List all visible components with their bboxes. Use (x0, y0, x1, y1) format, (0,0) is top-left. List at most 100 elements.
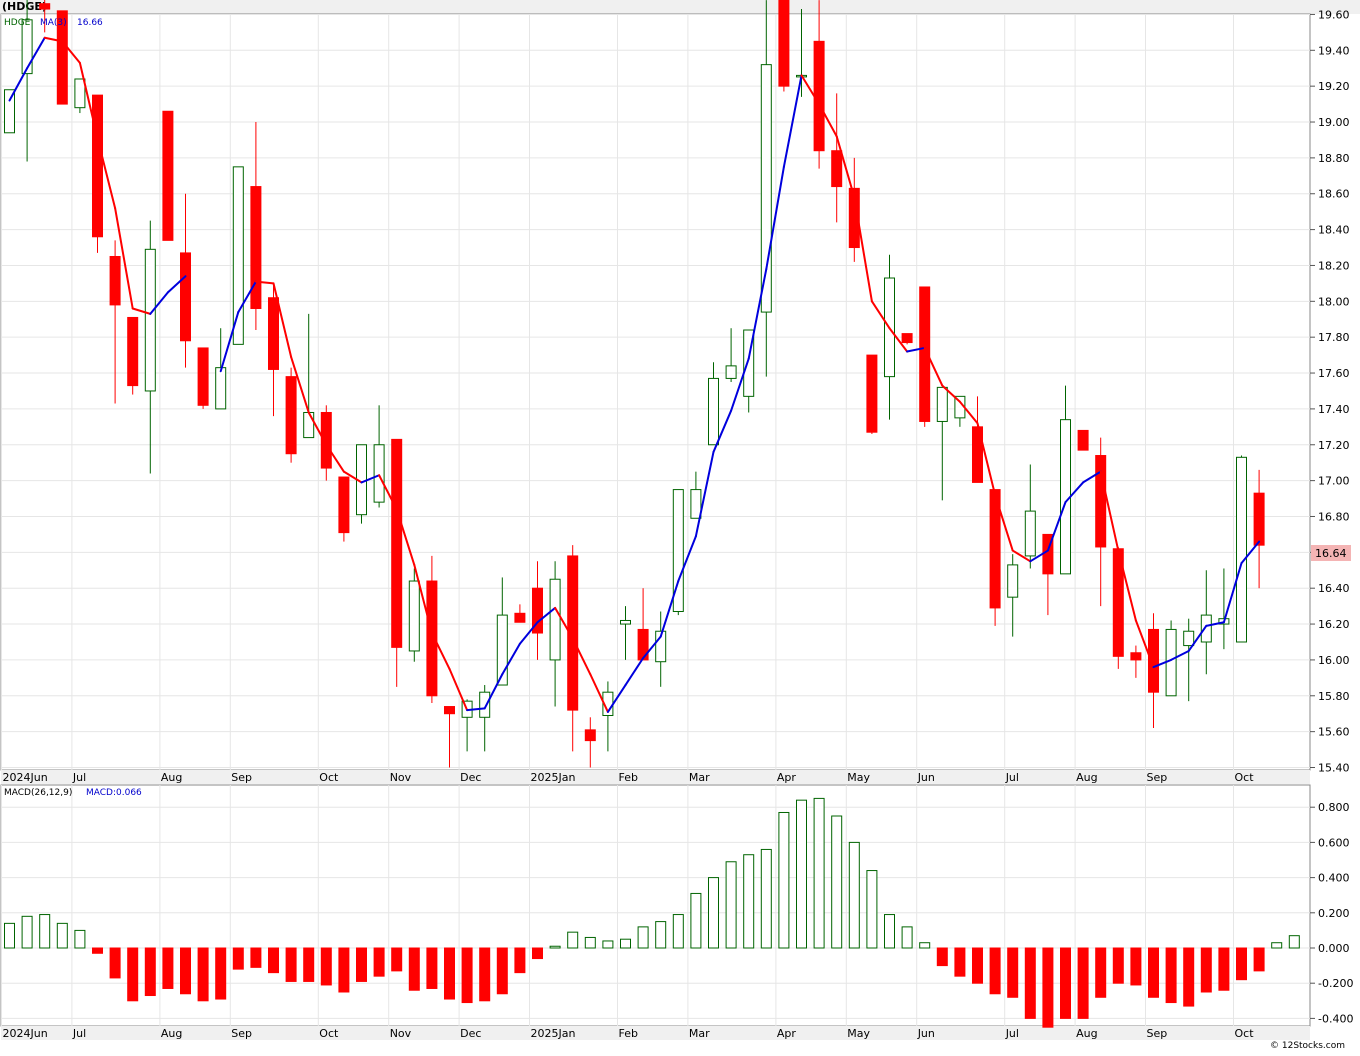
macd-bar (268, 947, 279, 974)
price-x-tick-label: Dec (460, 771, 481, 784)
macd-bar (215, 947, 227, 1000)
macd-bar (972, 947, 983, 984)
macd-x-tick-label: Aug (161, 1027, 182, 1040)
macd-bar (303, 947, 315, 982)
price-y-tick-label: 18.60 (1318, 188, 1350, 201)
macd-x-tick-label: Feb (619, 1027, 638, 1040)
price-x-tick-label: Jul (1005, 771, 1019, 784)
candle-body (215, 367, 227, 410)
price-y-tick-label: 15.40 (1318, 762, 1350, 775)
candle-body (1183, 630, 1195, 647)
macd-bar (1236, 947, 1247, 981)
macd-bar (1148, 947, 1159, 998)
macd-panel: -0.400 -0.200 0.000 0.200 0.400 0.600 0.800 202… (0, 784, 1353, 1040)
macd-bar (4, 922, 15, 949)
macd-x-tick-label: Aug (1076, 1027, 1097, 1040)
price-x-tick-label: Aug (161, 771, 182, 784)
price-y-tick-label: 16.40 (1318, 582, 1350, 595)
price-y-tick-label: 17.60 (1318, 367, 1350, 380)
macd-bar (602, 940, 614, 949)
macd-bar (549, 945, 561, 949)
candle-body (373, 444, 385, 503)
candle-body (250, 186, 262, 309)
macd-bar (1042, 947, 1054, 1028)
candle-body (936, 386, 948, 422)
macd-bar (1095, 947, 1107, 998)
price-x-tick-label: Aug (1076, 771, 1097, 784)
macd-x-tick-label: May (847, 1027, 870, 1040)
macd-y-tick-label: -0.400 (1318, 1012, 1353, 1025)
macd-bar (461, 947, 473, 1004)
macd-bar (1253, 947, 1265, 972)
macd-bar (778, 811, 790, 949)
macd-x-tick-label: Jun (917, 1027, 935, 1040)
candle-body (1130, 652, 1142, 661)
candle-body (1007, 564, 1019, 598)
price-x-tick-label: Apr (777, 771, 797, 784)
macd-bar (708, 877, 719, 949)
macd-bar (127, 947, 139, 1002)
macd-x-tick-label: Dec (460, 1027, 481, 1040)
price-x-tick-label: 2025Jan (531, 771, 576, 784)
candle-body (866, 354, 878, 433)
candle-body (1095, 455, 1107, 548)
price-legend-ma-value: 16.66 (77, 18, 103, 28)
macd-bar (39, 914, 51, 949)
footer-credit: © 12Stocks.com (1270, 1041, 1345, 1051)
price-panel: 15.4015.6015.8016.0016.2016.4016.6016.80… (0, 0, 1350, 784)
macd-y-tick-label: 0.200 (1318, 907, 1350, 920)
candle-body (285, 376, 297, 455)
price-y-tick-label: 18.40 (1318, 224, 1350, 237)
candle-body (549, 578, 561, 661)
candle-body (813, 40, 825, 152)
candle-body (1253, 492, 1265, 546)
macd-legend-value: MACD:0.066 (86, 788, 142, 798)
macd-x-tick-label: Mar (689, 1027, 710, 1040)
macd-bar (1060, 947, 1071, 1019)
macd-bar (1024, 947, 1036, 1019)
candle-body (338, 476, 350, 534)
candle-body (127, 316, 139, 387)
macd-x-tick-label: Oct (319, 1027, 339, 1040)
macd-x-tick-label: Nov (390, 1027, 412, 1040)
candle-body (109, 255, 121, 306)
macd-bar (162, 947, 174, 989)
candle-body (444, 706, 455, 715)
candle-body (1077, 429, 1089, 451)
macd-bar (496, 947, 508, 995)
price-x-tick-label: Nov (390, 771, 412, 784)
macd-bar (743, 854, 755, 949)
macd-x-tick-label: 2024Jun (3, 1027, 48, 1040)
macd-bar (180, 947, 191, 995)
macd-bar (338, 947, 350, 993)
candle-body (514, 612, 526, 623)
macd-bar (672, 914, 684, 949)
macd-bar (989, 947, 1001, 995)
price-y-tick-label: 18.80 (1318, 152, 1350, 165)
price-y-tick-label: 18.00 (1318, 295, 1350, 308)
candle-body (901, 333, 913, 344)
macd-xaxis-strip (1, 1026, 1310, 1040)
candle-body (831, 150, 843, 188)
candle-body (144, 248, 156, 392)
macd-bar (1288, 935, 1300, 949)
price-x-tick-label: Jul (72, 771, 86, 784)
macd-legend-label: MACD(26,12,9) (4, 788, 72, 798)
macd-bar (232, 947, 244, 970)
macd-bar (444, 947, 455, 1000)
candle-body (778, 0, 790, 87)
candle-body (584, 729, 596, 742)
macd-bar (848, 841, 860, 949)
macd-bar (901, 926, 913, 949)
macd-x-tick-label: Jul (72, 1027, 86, 1040)
macd-bar (426, 947, 438, 989)
price-x-tick-label: Feb (619, 771, 638, 784)
price-y-tick-label: 19.60 (1318, 8, 1350, 21)
macd-bar (637, 926, 649, 949)
price-y-tick-label: 19.40 (1318, 44, 1350, 57)
candle-body (690, 489, 702, 519)
macd-bar (1218, 947, 1230, 991)
candle-body (1148, 628, 1159, 693)
macd-bar (373, 947, 385, 977)
macd-x-tick-label: 2025Jan (531, 1027, 576, 1040)
